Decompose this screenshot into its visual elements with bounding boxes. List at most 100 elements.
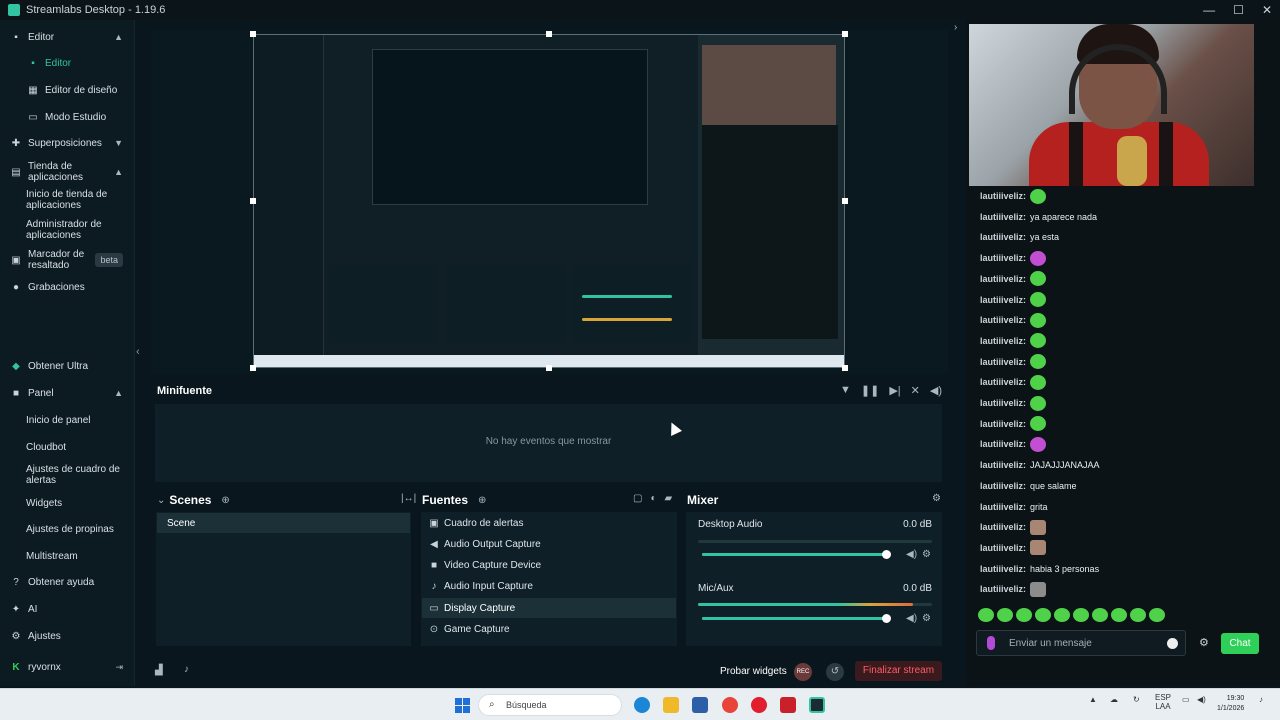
- source-item[interactable]: ■ Video Capture Device: [422, 555, 676, 575]
- chat-username[interactable]: lautiiiveliz:: [980, 377, 1026, 387]
- source-item[interactable]: ♪ Audio Input Capture: [422, 576, 676, 596]
- notifications-bell-icon[interactable]: ♪: [184, 664, 189, 675]
- sidebar-item-app-store-home[interactable]: Inicio de tienda de aplicaciones: [0, 188, 135, 212]
- sidebar-item-cloudbot[interactable]: Cloudbot: [0, 440, 135, 454]
- chevron-left-icon[interactable]: ‹: [136, 346, 140, 358]
- chevron-down-icon[interactable]: ▼: [114, 138, 123, 148]
- mixer-settings-gear-icon[interactable]: ⚙: [932, 493, 941, 504]
- sidebar-item-editor[interactable]: ▪ Editor ▲: [0, 30, 135, 44]
- source-visibility-icon[interactable]: ◐: [650, 493, 656, 504]
- chrome-icon[interactable]: [722, 697, 738, 713]
- sidebar-item-layout-editor[interactable]: ▦ Editor de diseño: [0, 83, 135, 97]
- chat-username[interactable]: lautiiiveliz:: [980, 398, 1026, 408]
- source-item[interactable]: ▭ Display Capture: [422, 598, 676, 618]
- chat-input[interactable]: Enviar un mensaje: [976, 630, 1186, 656]
- sidebar-item-recordings[interactable]: ● Grabaciones: [0, 280, 135, 294]
- sidebar-item-get-ultra[interactable]: ◆ Obtener Ultra: [0, 359, 135, 373]
- add-scene-icon[interactable]: ⊕: [221, 495, 229, 506]
- sidebar-item-settings[interactable]: ⚙ Ajustes: [0, 629, 135, 643]
- chevron-right-icon[interactable]: ›: [954, 22, 957, 33]
- taskbar-clock[interactable]: 19:30 1/1/2026: [1217, 694, 1244, 714]
- volume-icon[interactable]: ◀): [930, 384, 942, 397]
- chat-username[interactable]: lautiiiveliz:: [980, 522, 1026, 532]
- chat-username[interactable]: lautiiiveliz:: [980, 543, 1026, 553]
- volume-slider-knob[interactable]: [882, 550, 891, 559]
- skip-icon[interactable]: ▶|: [889, 384, 900, 397]
- emote-icon[interactable]: [1016, 608, 1032, 622]
- source-item[interactable]: ▣ Cuadro de alertas: [422, 513, 676, 533]
- performance-icon[interactable]: ▟: [155, 665, 163, 676]
- notification-bell-icon[interactable]: ♪: [1259, 695, 1263, 704]
- mute-icon[interactable]: ◀): [906, 549, 917, 560]
- scene-transitions-icon[interactable]: |↔|: [401, 493, 416, 504]
- chat-username[interactable]: lautiiiveliz:: [980, 502, 1026, 512]
- sync-icon[interactable]: ↻: [1133, 695, 1140, 704]
- sidebar-item-widgets[interactable]: Widgets: [0, 496, 135, 510]
- chat-settings-gear-icon[interactable]: ⚙: [1199, 636, 1209, 649]
- chat-username[interactable]: lautiiiveliz:: [980, 481, 1026, 491]
- resize-handle[interactable]: [546, 365, 552, 371]
- emote-icon[interactable]: [978, 608, 994, 622]
- resize-handle[interactable]: [250, 198, 256, 204]
- onedrive-icon[interactable]: ☁: [1110, 695, 1118, 704]
- source-item[interactable]: ◀ Audio Output Capture: [422, 534, 676, 554]
- emote-icon[interactable]: [997, 608, 1013, 622]
- chat-username[interactable]: lautiiiveliz:: [980, 419, 1026, 429]
- chat-username[interactable]: lautiiiveliz:: [980, 336, 1026, 346]
- emoji-icon[interactable]: [1167, 638, 1178, 649]
- sidebar-item-dashboard[interactable]: ■ Panel ▲: [0, 386, 135, 400]
- logout-icon[interactable]: ⇥: [115, 662, 123, 673]
- sidebar-item-app-manager[interactable]: Administrador de aplicaciones: [0, 218, 135, 242]
- chat-username[interactable]: lautiiiveliz:: [980, 212, 1026, 222]
- sidebar-item-studio-mode[interactable]: ▭ Modo Estudio: [0, 110, 135, 124]
- chat-username[interactable]: lautiiiveliz:: [980, 584, 1026, 594]
- folder-icon[interactable]: ▰: [665, 493, 673, 504]
- add-source-icon[interactable]: ⊕: [478, 495, 486, 506]
- record-button[interactable]: REC: [794, 663, 812, 681]
- chat-username[interactable]: lautiiiveliz:: [980, 460, 1026, 470]
- chevron-down-icon[interactable]: ⌄: [157, 495, 165, 506]
- tray-chevron-up-icon[interactable]: ▲: [1089, 695, 1097, 704]
- edge-icon[interactable]: [634, 697, 650, 713]
- resize-handle[interactable]: [842, 365, 848, 371]
- sidebar-item-editor-sub[interactable]: ▪ Editor: [0, 56, 135, 70]
- mute-alerts-icon[interactable]: ✕: [911, 384, 920, 397]
- opera-icon[interactable]: [751, 697, 767, 713]
- mic-icon[interactable]: [987, 636, 995, 650]
- chat-username[interactable]: lautiiiveliz:: [980, 564, 1026, 574]
- sidebar-item-ai[interactable]: ✦ AI: [0, 602, 135, 616]
- chevron-up-icon[interactable]: ▲: [114, 167, 123, 177]
- pause-icon[interactable]: ❚❚: [861, 384, 879, 397]
- chat-send-button[interactable]: Chat: [1221, 633, 1259, 654]
- sidebar-item-multistream[interactable]: Multistream: [0, 549, 135, 563]
- channel-settings-gear-icon[interactable]: ⚙: [922, 549, 931, 560]
- chat-username[interactable]: lautiiiveliz:: [980, 253, 1026, 263]
- language-indicator[interactable]: ESP LAA: [1155, 693, 1171, 711]
- streamlabs-taskbar-icon[interactable]: [809, 697, 825, 713]
- sidebar-item-help[interactable]: ? Obtener ayuda: [0, 575, 135, 589]
- resize-handle[interactable]: [546, 31, 552, 37]
- replay-buffer-icon[interactable]: ↺: [826, 663, 844, 681]
- chevron-up-icon[interactable]: ▲: [114, 388, 123, 398]
- sidebar-item-tip-settings[interactable]: Ajustes de propinas: [0, 522, 135, 536]
- wps-icon[interactable]: [780, 697, 796, 713]
- mute-icon[interactable]: ◀): [906, 613, 917, 624]
- sidebar-item-highlighter[interactable]: ▣ Marcador de resaltado beta: [0, 248, 135, 272]
- end-stream-button[interactable]: Finalizar stream: [855, 661, 942, 681]
- windows-start-icon[interactable]: [455, 698, 470, 713]
- chevron-up-icon[interactable]: ▲: [114, 32, 123, 42]
- scene-item[interactable]: Scene: [157, 513, 410, 533]
- test-widgets-button[interactable]: Probar widgets: [720, 666, 787, 677]
- display-capture-preview[interactable]: [253, 34, 845, 368]
- emote-icon[interactable]: [1035, 608, 1051, 622]
- volume-tray-icon[interactable]: ◀): [1197, 695, 1206, 704]
- chat-username[interactable]: lautiiiveliz:: [980, 439, 1026, 449]
- chat-username[interactable]: lautiiiveliz:: [980, 232, 1026, 242]
- source-item[interactable]: ⊙ Game Capture: [422, 619, 676, 639]
- resize-handle[interactable]: [250, 31, 256, 37]
- channel-settings-gear-icon[interactable]: ⚙: [922, 613, 931, 624]
- emote-icon[interactable]: [1073, 608, 1089, 622]
- close-icon[interactable]: ✕: [1262, 3, 1272, 17]
- file-explorer-icon[interactable]: [663, 697, 679, 713]
- store-icon[interactable]: [692, 697, 708, 713]
